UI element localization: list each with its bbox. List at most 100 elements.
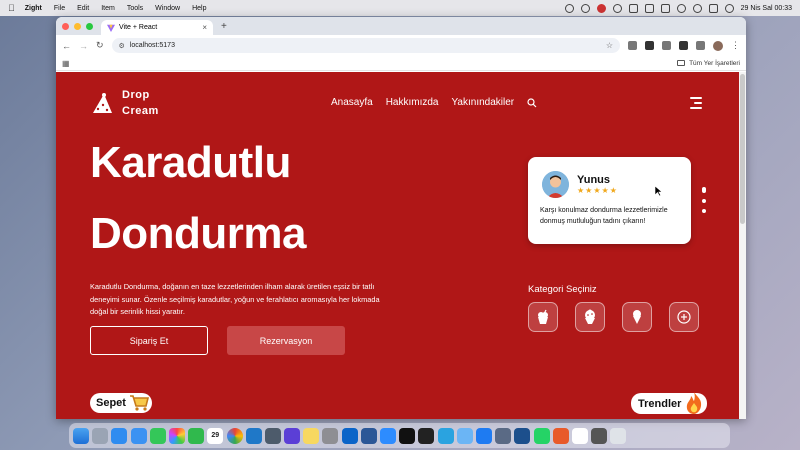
category-add[interactable] bbox=[669, 302, 699, 332]
mail-icon[interactable] bbox=[130, 427, 147, 444]
notes-icon[interactable] bbox=[303, 427, 320, 444]
profile-avatar[interactable] bbox=[713, 40, 723, 51]
pen-icon[interactable] bbox=[552, 427, 569, 444]
forward-icon[interactable]: → bbox=[79, 41, 88, 51]
hamburger-line bbox=[690, 97, 702, 99]
menu-edit[interactable]: Edit bbox=[77, 5, 89, 12]
quicktime-icon[interactable] bbox=[264, 427, 281, 444]
menu-file[interactable]: File bbox=[54, 5, 65, 12]
slack-icon[interactable] bbox=[571, 427, 588, 444]
safari-icon[interactable] bbox=[111, 427, 128, 444]
slider-dot[interactable] bbox=[702, 199, 706, 203]
all-bookmarks[interactable]: Tüm Yer İşaretleri bbox=[677, 60, 740, 67]
slider-dot-active[interactable] bbox=[702, 187, 706, 193]
sundae-icon bbox=[585, 309, 595, 324]
page-scrollbar[interactable] bbox=[739, 72, 746, 419]
folder-icon bbox=[677, 60, 686, 66]
review-card: Yunus ★★★★★ Karşı konulmaz dondurma lezz… bbox=[528, 157, 691, 244]
messages-icon[interactable] bbox=[149, 427, 166, 444]
extension-icon-3[interactable] bbox=[679, 41, 688, 50]
calendar-icon[interactable]: 29 bbox=[207, 427, 224, 444]
browser-menu-icon[interactable]: ⋮ bbox=[731, 40, 740, 51]
whatsapp-icon[interactable] bbox=[533, 427, 550, 444]
reviewer-avatar bbox=[542, 171, 569, 198]
logo-line-1: Drop bbox=[122, 89, 150, 101]
address-bar[interactable]: ⚙ localhost:5173 ☆ bbox=[111, 38, 620, 53]
search-icon[interactable] bbox=[527, 97, 537, 108]
outlook-icon[interactable] bbox=[341, 427, 358, 444]
slider-dot[interactable] bbox=[702, 209, 706, 213]
sync-icon[interactable] bbox=[564, 3, 574, 13]
settings-icon[interactable] bbox=[322, 427, 339, 444]
site-info-icon[interactable]: ⚙ bbox=[119, 42, 125, 50]
category-sundae[interactable] bbox=[575, 302, 605, 332]
calculator-icon[interactable] bbox=[591, 427, 608, 444]
scrollbar-thumb[interactable] bbox=[740, 74, 745, 224]
search-icon[interactable] bbox=[692, 3, 702, 13]
close-window-button[interactable] bbox=[62, 22, 69, 30]
category-cone[interactable] bbox=[622, 302, 652, 332]
site-logo[interactable]: Drop Cream bbox=[90, 87, 159, 119]
extensions-puzzle-icon[interactable] bbox=[696, 41, 705, 50]
cart-button[interactable]: Sepet bbox=[90, 393, 152, 413]
back-icon[interactable]: ← bbox=[62, 41, 71, 51]
sourcetree-icon[interactable] bbox=[514, 427, 531, 444]
main-nav: Anasayfa Hakkımızda Yakınındakiler bbox=[331, 97, 537, 108]
telegram-icon[interactable] bbox=[437, 427, 454, 444]
menu-app-name[interactable]: Zight bbox=[25, 5, 42, 12]
imovie-icon[interactable] bbox=[284, 427, 301, 444]
nav-nearby[interactable]: Yakınındakiler bbox=[452, 97, 515, 108]
close-tab-icon[interactable]: × bbox=[202, 23, 207, 32]
simulator-icon[interactable] bbox=[495, 427, 512, 444]
github-icon[interactable] bbox=[399, 427, 416, 444]
browser-toolbar: ← → ↻ ⚙ localhost:5173 ☆ ⋮ bbox=[56, 35, 746, 56]
browser-tab[interactable]: Vite + React × bbox=[101, 20, 213, 35]
pen-extension-icon[interactable] bbox=[662, 41, 671, 50]
vscode-icon[interactable] bbox=[245, 427, 262, 444]
category-cup[interactable] bbox=[528, 302, 558, 332]
photos-icon[interactable] bbox=[168, 427, 185, 444]
extension-icon-2[interactable] bbox=[645, 41, 654, 50]
bookmark-star-icon[interactable]: ☆ bbox=[606, 41, 613, 50]
wifi-icon[interactable] bbox=[676, 3, 686, 13]
siri-icon[interactable] bbox=[724, 3, 734, 13]
terminal-icon[interactable] bbox=[418, 427, 435, 444]
recording-icon[interactable] bbox=[596, 3, 606, 13]
nav-about[interactable]: Hakkımızda bbox=[386, 97, 439, 108]
control-center-icon[interactable] bbox=[708, 3, 718, 13]
new-tab-button[interactable]: + bbox=[221, 20, 227, 35]
tab-bar: Vite + React × + bbox=[56, 17, 746, 35]
category-list bbox=[528, 302, 699, 332]
facetime-icon[interactable] bbox=[188, 427, 205, 444]
menubar-clock[interactable]: 29 Nis Sal 00:33 bbox=[741, 5, 792, 12]
minimize-window-button[interactable] bbox=[74, 22, 81, 30]
trash-icon[interactable] bbox=[610, 427, 627, 444]
zight-icon[interactable] bbox=[612, 3, 622, 13]
zoom-icon[interactable] bbox=[380, 427, 396, 444]
nav-home[interactable]: Anasayfa bbox=[331, 97, 373, 108]
trends-button[interactable]: Trendler bbox=[631, 392, 708, 414]
extension-icon-1[interactable] bbox=[628, 41, 637, 50]
battery-icon[interactable] bbox=[660, 3, 670, 13]
word-icon[interactable] bbox=[360, 427, 377, 444]
finder-icon[interactable] bbox=[73, 427, 89, 444]
apple-icon[interactable]:  bbox=[8, 3, 15, 13]
reload-icon[interactable]: ↻ bbox=[96, 40, 104, 51]
menu-tools[interactable]: Tools bbox=[127, 5, 143, 12]
preview-icon[interactable] bbox=[456, 427, 473, 444]
xcode-icon[interactable] bbox=[475, 427, 492, 444]
menu-hamburger-icon[interactable] bbox=[690, 97, 702, 112]
launchpad-icon[interactable] bbox=[92, 427, 109, 444]
chrome-icon[interactable] bbox=[226, 427, 243, 444]
menu-item[interactable]: Item bbox=[101, 5, 115, 12]
clock-icon[interactable] bbox=[580, 3, 590, 13]
tab-title: Vite + React bbox=[119, 24, 158, 31]
reservation-button[interactable]: Rezervasyon bbox=[227, 326, 345, 355]
apps-grid-icon[interactable]: ▦ bbox=[62, 59, 70, 68]
play-icon[interactable] bbox=[644, 3, 654, 13]
menu-help[interactable]: Help bbox=[192, 5, 206, 12]
maximize-window-button[interactable] bbox=[86, 22, 93, 30]
order-button[interactable]: Sipariş Et bbox=[90, 326, 208, 355]
screen-icon[interactable] bbox=[628, 3, 638, 13]
menu-window[interactable]: Window bbox=[155, 5, 180, 12]
